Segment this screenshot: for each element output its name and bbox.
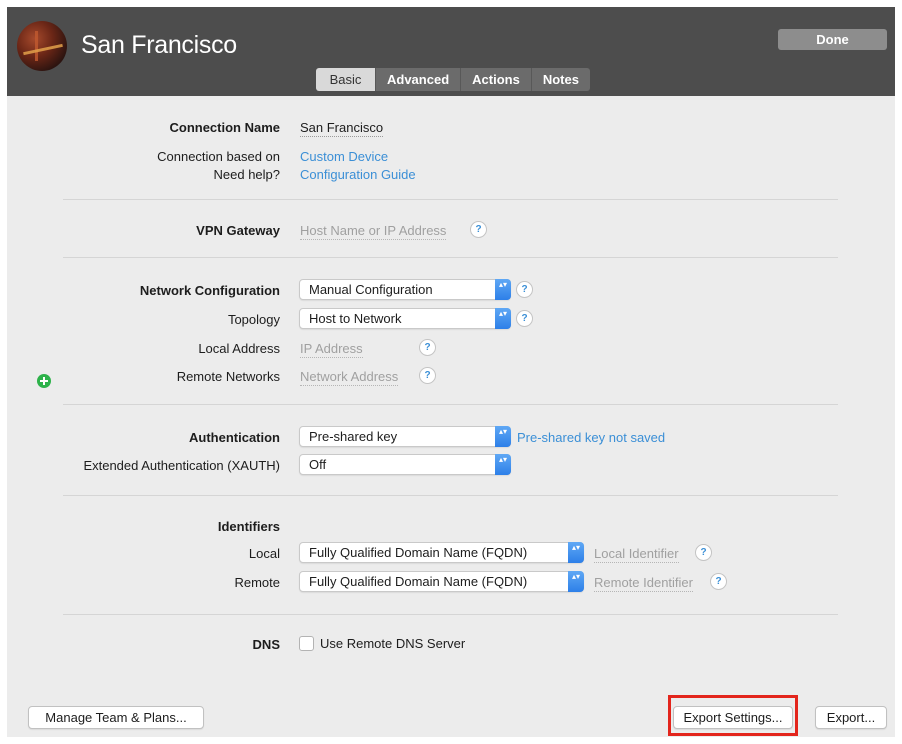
xauth-label: Extended Authentication (XAUTH) <box>83 458 280 473</box>
xauth-value: Off <box>309 457 327 472</box>
vpn-gateway-input[interactable]: Host Name or IP Address <box>300 223 447 240</box>
local-identifier-input[interactable]: Local Identifier <box>594 546 679 563</box>
remote-identifier-type-select[interactable]: Fully Qualified Domain Name (FQDN) ▴▾ <box>299 571 584 592</box>
tab-bar: Basic Advanced Actions Notes <box>316 68 590 91</box>
help-icon[interactable]: ? <box>710 573 727 590</box>
remote-identifier-type-value: Fully Qualified Domain Name (FQDN) <box>309 574 528 589</box>
use-remote-dns-label[interactable]: Use Remote DNS Server <box>320 636 465 651</box>
xauth-select[interactable]: Off ▴▾ <box>299 454 511 475</box>
remote-networks-label: Remote Networks <box>176 369 280 384</box>
help-icon[interactable]: ? <box>516 310 533 327</box>
use-remote-dns-checkbox[interactable] <box>299 636 314 651</box>
connection-name-label: Connection Name <box>169 120 280 135</box>
export-button[interactable]: Export... <box>815 706 887 729</box>
remote-networks-input[interactable]: Network Address <box>300 369 399 386</box>
local-identifier-label: Local <box>248 546 280 561</box>
topology-label: Topology <box>227 312 280 327</box>
tab-advanced[interactable]: Advanced <box>376 68 462 91</box>
connection-name-field[interactable]: San Francisco <box>300 120 384 137</box>
local-identifier-type-select[interactable]: Fully Qualified Domain Name (FQDN) ▴▾ <box>299 542 584 563</box>
divider <box>63 614 838 615</box>
local-address-input[interactable]: IP Address <box>300 341 363 358</box>
select-arrow-icon: ▴▾ <box>495 279 511 300</box>
tab-actions[interactable]: Actions <box>461 68 532 91</box>
divider <box>63 257 838 258</box>
need-help-label: Need help? <box>213 167 281 182</box>
select-arrow-icon: ▴▾ <box>495 426 511 447</box>
manage-team-plans-button[interactable]: Manage Team & Plans... <box>28 706 204 729</box>
add-network-icon[interactable] <box>37 374 51 388</box>
local-address-label: Local Address <box>198 341 280 356</box>
network-config-select[interactable]: Manual Configuration ▴▾ <box>299 279 511 300</box>
help-icon[interactable]: ? <box>695 544 712 561</box>
remote-identifier-input[interactable]: Remote Identifier <box>594 575 693 592</box>
window-header: San Francisco Done Basic Advanced Action… <box>7 7 895 96</box>
network-config-label: Network Configuration <box>139 283 280 298</box>
dns-label: DNS <box>252 637 280 652</box>
network-config-value: Manual Configuration <box>309 282 433 297</box>
based-on-label: Connection based on <box>157 149 280 164</box>
remote-identifier-label: Remote <box>234 575 280 590</box>
topology-select[interactable]: Host to Network ▴▾ <box>299 308 511 329</box>
local-identifier-type-value: Fully Qualified Domain Name (FQDN) <box>309 545 528 560</box>
select-arrow-icon: ▴▾ <box>495 454 511 475</box>
topology-value: Host to Network <box>309 311 402 326</box>
page-title: San Francisco <box>81 31 237 59</box>
select-arrow-icon: ▴▾ <box>495 308 511 329</box>
vpn-gateway-label: VPN Gateway <box>196 223 280 238</box>
authentication-value: Pre-shared key <box>309 429 398 444</box>
authentication-select[interactable]: Pre-shared key ▴▾ <box>299 426 511 447</box>
divider <box>63 495 838 496</box>
highlight-box <box>668 695 798 736</box>
help-icon[interactable]: ? <box>419 339 436 356</box>
custom-device-link[interactable]: Custom Device <box>300 149 388 164</box>
done-button[interactable]: Done <box>778 29 887 50</box>
tab-notes[interactable]: Notes <box>531 68 590 91</box>
help-icon[interactable]: ? <box>419 367 436 384</box>
select-arrow-icon: ▴▾ <box>568 542 584 563</box>
configuration-guide-link[interactable]: Configuration Guide <box>300 167 416 182</box>
help-icon[interactable]: ? <box>470 221 487 238</box>
divider <box>63 404 838 405</box>
authentication-label: Authentication <box>189 430 280 445</box>
identifiers-heading: Identifiers <box>217 519 280 534</box>
connection-avatar <box>17 21 67 71</box>
tab-basic[interactable]: Basic <box>316 68 376 91</box>
help-icon[interactable]: ? <box>516 281 533 298</box>
select-arrow-icon: ▴▾ <box>568 571 584 592</box>
pre-shared-key-status-link[interactable]: Pre-shared key not saved <box>517 430 665 445</box>
divider <box>63 199 838 200</box>
